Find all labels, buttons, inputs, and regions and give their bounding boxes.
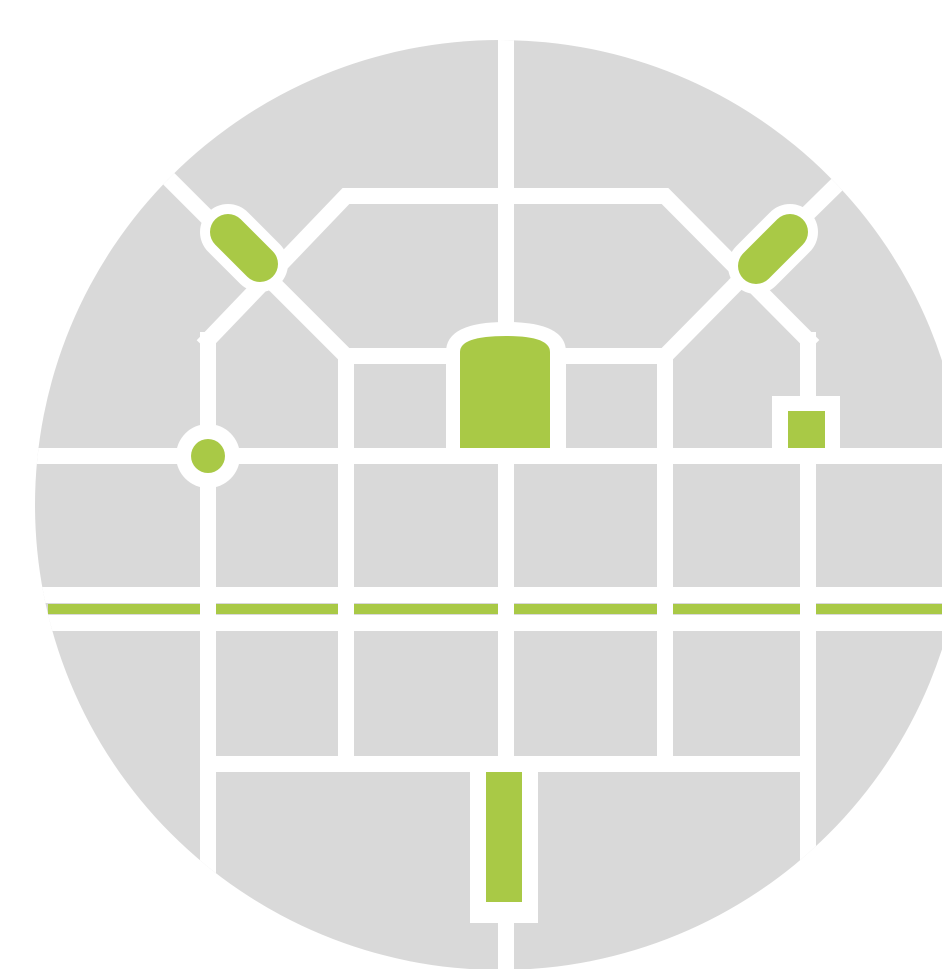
park-nw <box>200 204 288 292</box>
city-map-svg <box>35 40 942 969</box>
building-east <box>772 396 840 464</box>
station-west <box>176 424 240 488</box>
map-illustration <box>0 0 942 969</box>
building-south <box>470 758 538 918</box>
central-domed-building <box>446 322 566 448</box>
park-ne <box>728 204 818 294</box>
